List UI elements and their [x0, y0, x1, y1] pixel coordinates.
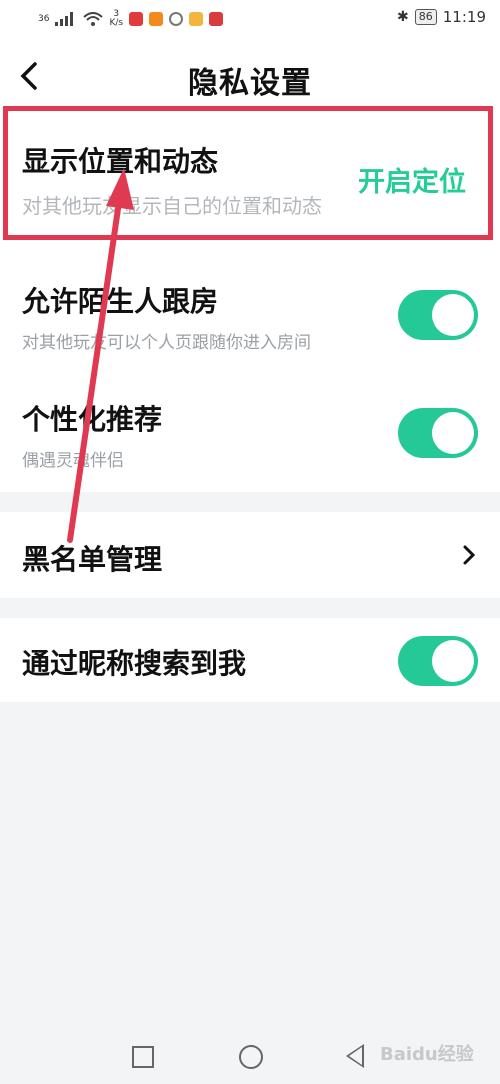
- home-button[interactable]: [239, 1045, 263, 1069]
- recent-apps-button[interactable]: [132, 1046, 154, 1068]
- back-nav-button[interactable]: [346, 1044, 364, 1068]
- watermark: Baidu经验: [380, 1044, 474, 1065]
- annotation-arrow: [67, 168, 134, 543]
